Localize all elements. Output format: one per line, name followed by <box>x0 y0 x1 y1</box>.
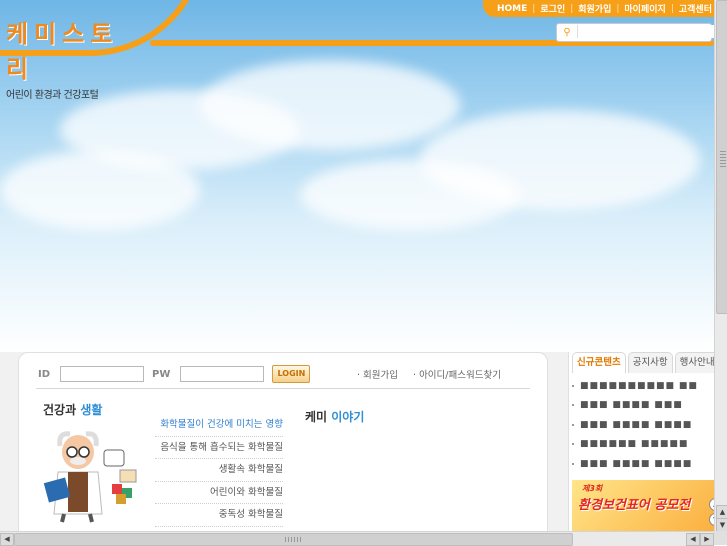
bullet-icon <box>572 404 574 407</box>
scroll-left-arrow-icon[interactable]: ◀ <box>0 533 14 546</box>
news-item-text: ■■■ ■■■■ ■■■■ <box>580 419 693 430</box>
grip-icon <box>285 537 301 542</box>
bullet-icon <box>572 443 574 446</box>
login-divider <box>36 388 530 389</box>
news-item-text: ■■■ ■■■■ ■■■ <box>580 400 683 411</box>
scroll-up-arrow-icon[interactable]: ▲ <box>716 505 727 519</box>
list-item[interactable]: 중독성 화학물질 <box>155 504 283 527</box>
nav-customer-center[interactable]: 고객센터 <box>679 2 712 15</box>
scroll-left-arrow-icon[interactable]: ◀ <box>686 533 700 546</box>
scroll-down-arrow-icon[interactable]: ▼ <box>716 518 727 532</box>
health-life-list: 화학물질이 건강에 미치는 영향 음식을 통해 흡수되는 화학물질 생활속 화학… <box>155 414 283 527</box>
search-icon[interactable]: ⚲ <box>560 26 574 39</box>
health-life-title[interactable]: 건강과 생활 <box>43 401 102 418</box>
tab-new-contents[interactable]: 신규콘텐츠 <box>572 352 626 373</box>
nav-mypage[interactable]: 마이페이지 <box>624 2 665 15</box>
list-item[interactable]: 음식을 통해 흡수되는 화학물질 <box>155 437 283 460</box>
chemi-story-title-plain: 케미 <box>305 410 332 424</box>
list-item[interactable]: 생활속 화학물질 <box>155 459 283 482</box>
scroll-right-arrow-icon[interactable]: ▶ <box>700 533 714 546</box>
bullet-icon <box>572 462 574 465</box>
tab-notices[interactable]: 공지사항 <box>627 352 673 373</box>
top-navigation: HOME | 로그인 | 회원가입 | 마이페이지 | 고객센터 <box>483 0 714 17</box>
nav-signup[interactable]: 회원가입 <box>578 2 611 15</box>
signup-link[interactable]: · 회원가입 <box>357 370 398 381</box>
banner-title: 환경보건표어 공모전 <box>578 498 691 513</box>
bullet-icon <box>572 423 574 426</box>
list-item[interactable]: ■■■ ■■■■ ■■■■ <box>572 454 714 474</box>
list-item[interactable]: 어린이와 화학물질 <box>155 482 283 505</box>
chemi-story-title-highlight: 이야기 <box>331 410 365 424</box>
scientist-character-illustration <box>43 431 137 523</box>
nav-home[interactable]: HOME <box>497 4 527 14</box>
chemi-story-title[interactable]: 케미 이야기 <box>305 408 364 425</box>
search-input[interactable] <box>577 25 714 38</box>
pw-label: PW <box>152 368 171 380</box>
banner-edition: 제3회 <box>582 484 603 493</box>
login-links: · 회원가입 · 아이디/패스워드찾기 <box>357 367 513 381</box>
news-item-text: ■■■■■■ ■■■■■ <box>580 439 689 450</box>
right-tabs: 신규콘텐츠 공지사항 행사안내 <box>572 352 720 373</box>
scrollbar-corner <box>714 531 727 545</box>
news-list: ■■■■■■■■■■ ■■ ■■■ ■■■■ ■■■ ■■■ ■■■■ ■■■■… <box>572 376 714 474</box>
list-item[interactable]: 화학물질이 건강에 미치는 영향 <box>155 414 283 437</box>
horizontal-scroll-thumb[interactable] <box>14 533 573 546</box>
list-item[interactable]: ■■■■■■■■■■ ■■ <box>572 376 714 396</box>
nav-login[interactable]: 로그인 <box>540 2 565 15</box>
logo-title: 케미스토리 <box>6 20 119 83</box>
list-item[interactable]: ■■■ ■■■■ ■■■ <box>572 396 714 416</box>
find-id-password-link[interactable]: · 아이디/패스워드찾기 <box>413 370 501 381</box>
pw-input[interactable] <box>180 366 265 382</box>
news-item-text: ■■■ ■■■■ ■■■■ <box>580 458 693 469</box>
health-life-title-plain: 건강과 <box>43 403 81 417</box>
id-label: ID <box>38 368 51 380</box>
bullet-icon <box>572 384 574 387</box>
list-item[interactable]: ■■■ ■■■■ ■■■■ <box>572 415 714 435</box>
logo-subtitle: 어린이 환경과 건강포털 <box>6 90 99 101</box>
id-input[interactable] <box>60 366 145 382</box>
login-button[interactable]: LOGIN <box>272 365 311 383</box>
contest-banner[interactable]: 제3회 환경보건표어 공모전 <box>572 480 714 531</box>
tab-events[interactable]: 행사안내 <box>674 352 720 373</box>
login-form: ID PW LOGIN <box>38 363 311 385</box>
vertical-scroll-thumb[interactable] <box>716 0 727 314</box>
health-life-title-highlight: 생활 <box>80 403 103 417</box>
list-item[interactable]: ■■■■■■ ■■■■■ <box>572 435 714 455</box>
site-logo[interactable]: 케미스토리 어린이 환경과 건강포털 <box>6 14 136 101</box>
horizontal-scrollbar[interactable]: ◀ ◀ ▶ <box>0 531 714 546</box>
vertical-scrollbar[interactable]: ▲ ▼ <box>714 0 727 532</box>
news-item-text: ■■■■■■■■■■ ■■ <box>580 380 698 391</box>
grip-icon <box>720 151 726 167</box>
search-box: ⚲ <box>556 23 714 42</box>
